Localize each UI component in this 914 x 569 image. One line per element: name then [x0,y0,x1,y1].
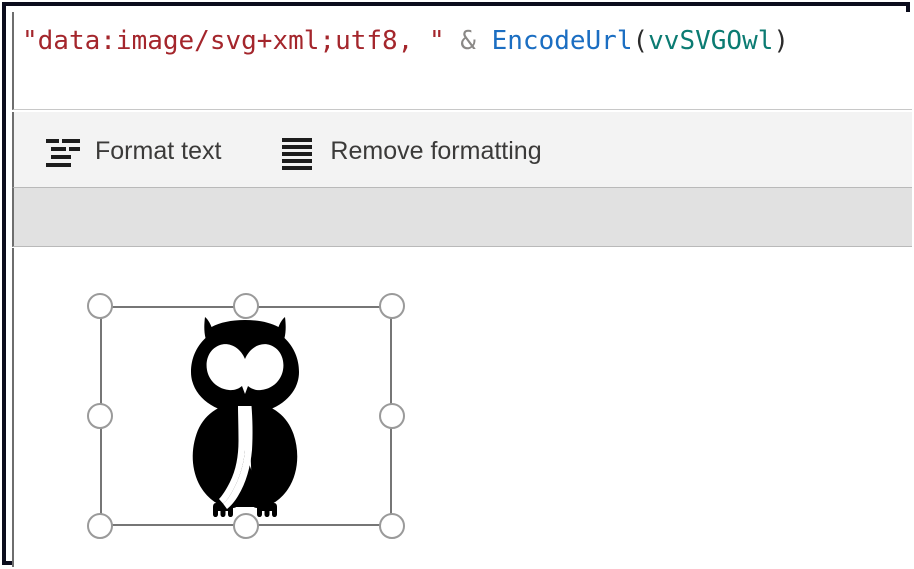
toolbar-gray-strip [12,187,912,247]
formula-operator: & [460,26,476,56]
selection-handle-top-left[interactable] [87,293,113,319]
format-text-icon [46,137,80,167]
formula-string-literal: "data:image/svg+xml;utf8, " [22,26,445,56]
formula-variable: vvSVGOwl [648,26,774,56]
image-control-selection[interactable] [87,293,405,539]
format-text-label: Format text [95,137,222,165]
formula-operator-spacer-2 [476,26,492,56]
selection-handle-bottom-right[interactable] [379,513,405,539]
formula-operator-spacer [445,26,461,56]
format-text-button[interactable]: Format text [42,126,225,178]
selection-handle-middle-right[interactable] [379,403,405,429]
selection-handle-top-center[interactable] [233,293,259,319]
remove-formatting-icon [281,137,315,170]
formula-expression[interactable]: "data:image/svg+xml;utf8, " & EncodeUrl(… [22,24,789,58]
format-toolbar: Format text Remove formatting [12,112,912,192]
design-canvas[interactable] [12,248,912,567]
remove-formatting-button[interactable]: Remove formatting [277,126,545,178]
selection-handle-bottom-left[interactable] [87,513,113,539]
app-window: "data:image/svg+xml;utf8, " & EncodeUrl(… [0,0,914,569]
formula-function-name: EncodeUrl [491,26,633,56]
owl-svg-image[interactable] [170,316,320,521]
window-inner: "data:image/svg+xml;utf8, " & EncodeUrl(… [12,12,912,567]
selection-handle-top-right[interactable] [379,293,405,319]
formula-close-paren: ) [773,26,790,56]
formula-open-paren: ( [632,26,649,56]
selection-handle-middle-left[interactable] [87,403,113,429]
formula-bar[interactable]: "data:image/svg+xml;utf8, " & EncodeUrl(… [12,12,912,110]
window-frame: "data:image/svg+xml;utf8, " & EncodeUrl(… [2,2,912,567]
selection-handle-bottom-center[interactable] [233,513,259,539]
remove-formatting-label: Remove formatting [330,137,542,165]
